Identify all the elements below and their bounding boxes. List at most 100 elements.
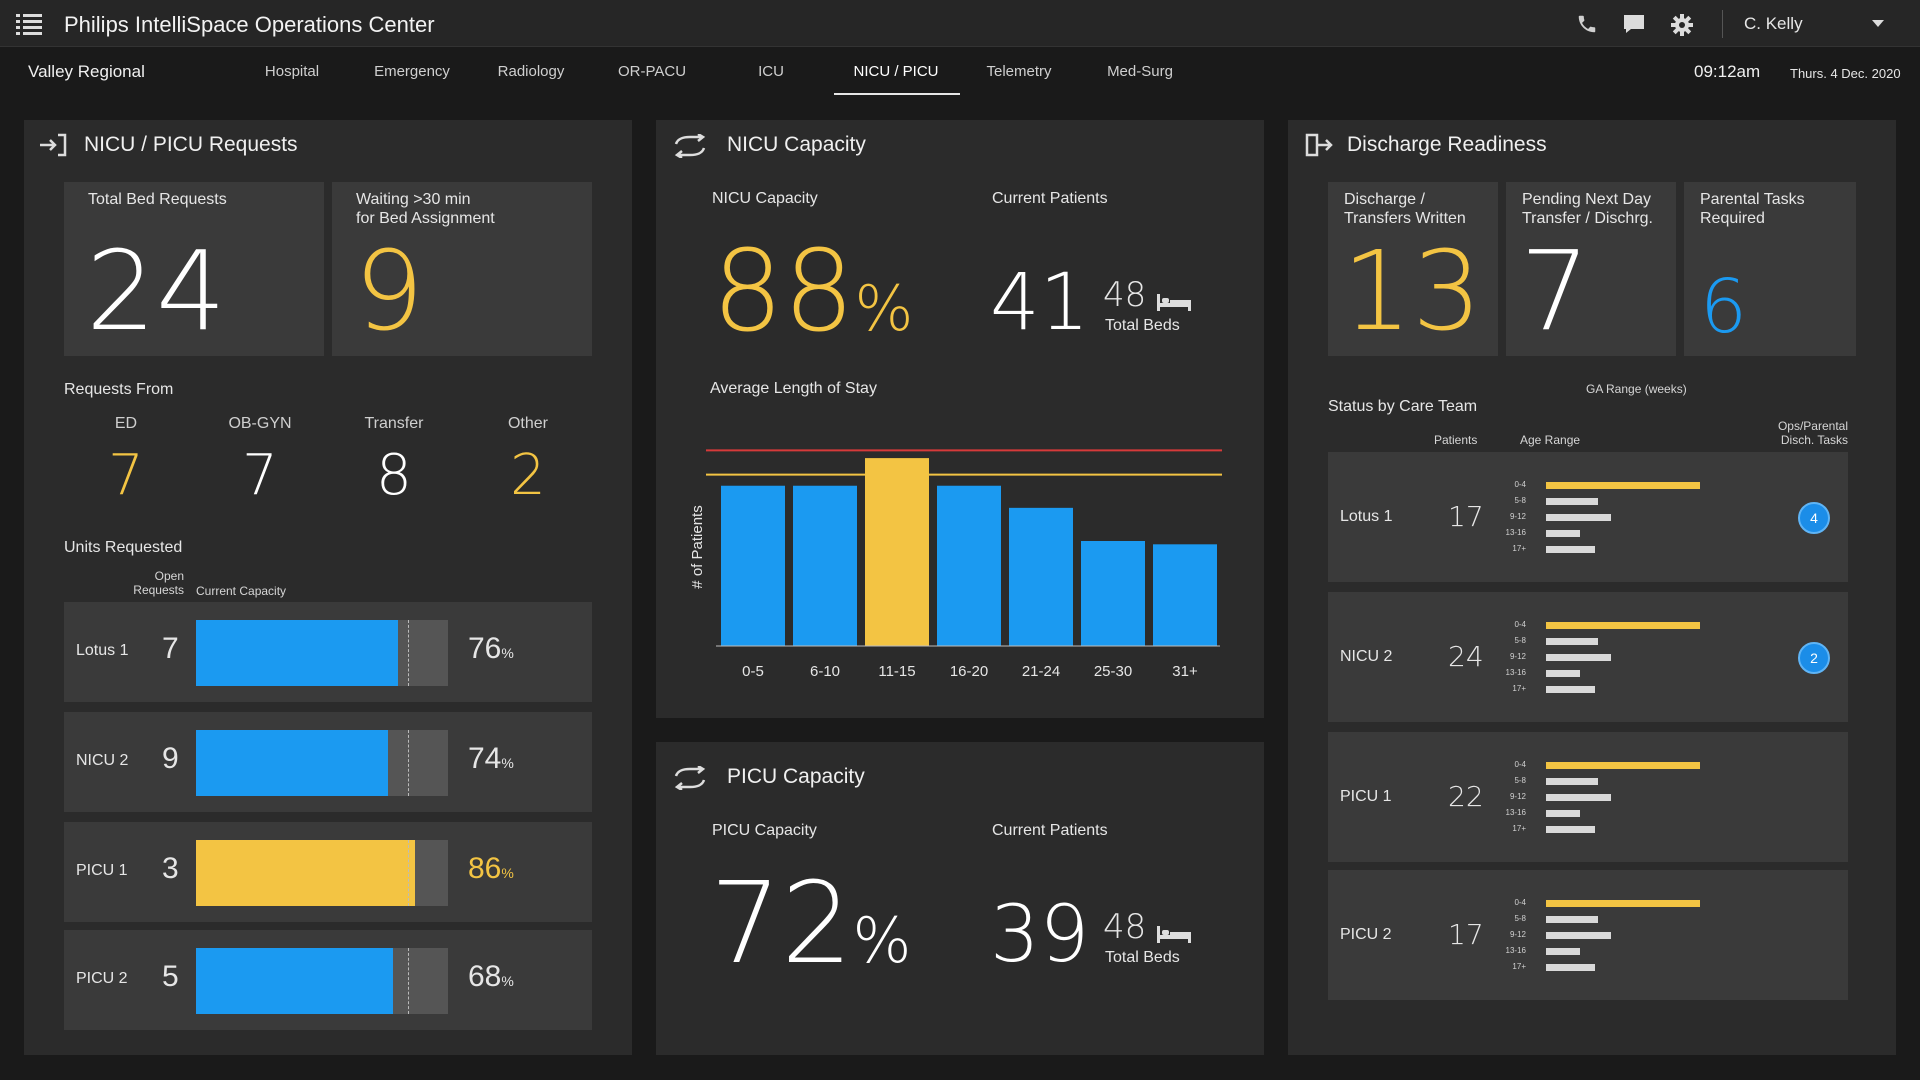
request-source-ob-gyn: OB-GYN 7 [200, 415, 320, 508]
care-team-row[interactable]: PICU 1 22 0-4 5-8 9-12 13-16 17+ [1328, 732, 1848, 862]
tab-or-pacu[interactable]: OR-PACU [614, 63, 690, 80]
age-range-label: 5-8 [1514, 776, 1526, 785]
gear-icon[interactable] [1670, 13, 1694, 36]
age-range-label: 17+ [1512, 824, 1526, 833]
unit-capacity-value: 86 [468, 852, 502, 885]
menu-icon[interactable] [16, 12, 42, 36]
picu-capacity-label: PICU Capacity [712, 822, 817, 839]
care-team-patients: 22 [1448, 780, 1484, 813]
requests-from-label: Requests From [64, 381, 174, 398]
age-range-bar [1546, 638, 1599, 645]
waiting-label: Waiting >30 min for Bed Assignment [356, 191, 495, 227]
age-range-label: 17+ [1512, 962, 1526, 971]
picu-capacity-number: 72 [710, 859, 853, 989]
tab-med-surg[interactable]: Med-Surg [1104, 63, 1176, 80]
age-range-bar [1546, 622, 1700, 629]
pct-sign: % [852, 904, 912, 977]
unit-row[interactable]: NICU 2 9 74% [64, 712, 592, 812]
age-range-label: 9-12 [1509, 792, 1526, 801]
x-tick-label: 21-24 [1022, 663, 1060, 680]
y-axis-label: # of Patients [689, 505, 706, 588]
unit-capacity-pct: 68% [468, 960, 514, 994]
user-separator [1722, 10, 1723, 38]
current-capacity-col-label: Current Capacity [196, 584, 287, 598]
chart-bar [721, 485, 785, 646]
care-team-row[interactable]: Lotus 1 17 0-4 5-8 9-12 13-16 17+ 4 [1328, 452, 1848, 582]
request-source-value: 7 [242, 443, 278, 508]
picu-total-beds-value: 48 [1103, 907, 1147, 947]
unit-row[interactable]: Lotus 1 7 76% [64, 602, 592, 702]
age-range-bar [1546, 916, 1599, 923]
chart-bar [793, 485, 857, 646]
x-tick-label: 31+ [1172, 663, 1198, 680]
care-team-name: PICU 2 [1340, 926, 1392, 943]
x-tick-label: 6-10 [810, 663, 840, 680]
tab-telemetry[interactable]: Telemetry [984, 63, 1054, 80]
age-range-label: 5-8 [1514, 496, 1526, 505]
unit-row[interactable]: PICU 1 3 86% [64, 822, 592, 922]
age-range-bar [1546, 530, 1580, 537]
total-bed-requests-card: Total Bed Requests 24 [64, 182, 324, 356]
tasks-badge[interactable]: 2 [1798, 642, 1830, 674]
tasks-col-label: Ops/Parental Disch. Tasks [1777, 419, 1848, 447]
unit-name: Lotus 1 [76, 642, 129, 659]
unit-open-requests: 3 [162, 852, 179, 885]
x-tick-label: 11-15 [878, 663, 915, 680]
capacity-bar-fill [196, 730, 388, 796]
total-bed-requests-label: Total Bed Requests [88, 191, 227, 208]
tab-radiology[interactable]: Radiology [494, 63, 568, 80]
chart-bar [1009, 507, 1073, 646]
tab-emergency[interactable]: Emergency [370, 63, 454, 80]
age-range-bar [1546, 654, 1611, 661]
chart-bar [1153, 544, 1217, 646]
care-team-row[interactable]: PICU 2 17 0-4 5-8 9-12 13-16 17+ [1328, 870, 1848, 1000]
unit-capacity-pct: 74% [468, 742, 514, 776]
unit-open-requests: 7 [162, 632, 179, 665]
age-range-label: 5-8 [1514, 636, 1526, 645]
patients-col-label: Patients [1434, 433, 1478, 447]
age-range-label: 17+ [1512, 544, 1526, 553]
nicu-capacity-number: 88 [712, 227, 855, 357]
chevron-down-icon[interactable] [1872, 20, 1884, 27]
open-requests-col-label: Open Requests [133, 569, 184, 597]
age-range-bar [1546, 794, 1611, 801]
tab-icu[interactable]: ICU [748, 63, 794, 80]
unit-row[interactable]: PICU 2 5 68% [64, 930, 592, 1030]
pending-card: Pending Next Day Transfer / Dischrg. 7 [1506, 182, 1676, 356]
chart-bar [937, 485, 1001, 646]
age-range-bar [1546, 686, 1596, 693]
nicu-total-beds-value: 48 [1103, 275, 1147, 315]
tab-nicu-picu[interactable]: NICU / PICU [846, 63, 946, 80]
age-range-bar [1546, 900, 1700, 907]
chart-title: Average Length of Stay [710, 380, 877, 397]
age-range-label: 17+ [1512, 684, 1526, 693]
transfer-arrows-icon [672, 764, 708, 795]
capacity-threshold-mark [407, 730, 409, 796]
age-range-bar [1546, 762, 1700, 769]
discharge-card: Discharge / Transfers Written 13 [1328, 182, 1498, 356]
age-range-bar [1546, 482, 1700, 489]
tab-hospital[interactable]: Hospital [262, 63, 322, 80]
request-source-label: Other [507, 415, 548, 432]
phone-icon[interactable] [1576, 13, 1600, 35]
request-source-label: OB-GYN [228, 415, 292, 432]
care-team-row[interactable]: NICU 2 24 0-4 5-8 9-12 13-16 17+ 2 [1328, 592, 1848, 722]
capacity-bar [196, 620, 448, 686]
nicu-capacity-label: NICU Capacity [712, 190, 818, 207]
request-source-value: 2 [510, 443, 546, 508]
nicu-patients-label: Current Patients [992, 190, 1108, 207]
request-source-other: Other 2 [468, 415, 588, 508]
unit-capacity-value: 76 [468, 632, 502, 665]
user-name[interactable]: C. Kelly [1744, 14, 1803, 34]
request-source-transfer: Transfer 8 [334, 415, 454, 508]
age-range-label: 9-12 [1509, 512, 1526, 521]
facility-name[interactable]: Valley Regional [28, 62, 145, 82]
tasks-badge[interactable]: 4 [1798, 502, 1830, 534]
unit-capacity-value: 68 [468, 960, 502, 993]
capacity-bar-fill [196, 948, 393, 1014]
unit-open-requests: 5 [162, 960, 179, 993]
requests-title: NICU / PICU Requests [84, 133, 298, 156]
x-tick-label: 0-5 [742, 663, 764, 680]
discharge-card-value: 13 [1342, 227, 1482, 355]
chat-icon[interactable] [1622, 13, 1646, 35]
